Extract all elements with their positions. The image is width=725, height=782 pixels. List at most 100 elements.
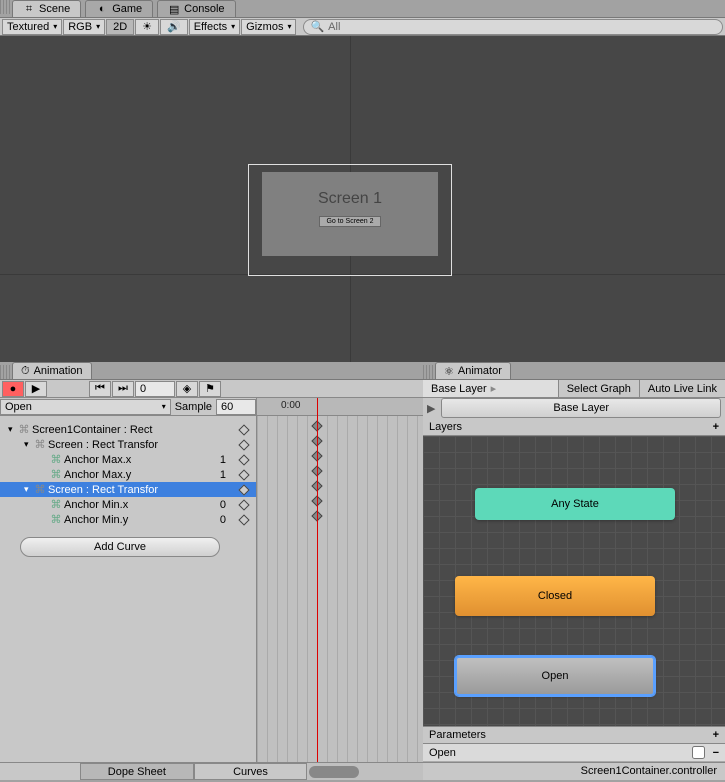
- tab-console[interactable]: ▤ Console: [157, 0, 235, 17]
- tab-scene[interactable]: ⌗ Scene: [12, 0, 81, 17]
- tab-animator[interactable]: ⚛ Animator: [435, 362, 511, 379]
- drag-grip-icon[interactable]: [423, 365, 433, 379]
- expand-icon[interactable]: ▾: [24, 484, 34, 495]
- record-icon: ●: [10, 383, 17, 395]
- timeline[interactable]: 0:00: [256, 398, 423, 762]
- animation-footer: Dope Sheet Curves: [0, 762, 423, 780]
- tab-game[interactable]: ◐ Game: [85, 0, 153, 17]
- transform-icon: ⌘: [18, 425, 30, 435]
- hierarchy-row[interactable]: ▾⌘Screen : Rect Transfor: [0, 482, 256, 497]
- curves-tab[interactable]: Curves: [194, 763, 308, 780]
- sample-field[interactable]: 60: [216, 399, 256, 415]
- parameter-row[interactable]: Open −: [423, 744, 725, 762]
- play-icon: ▶: [32, 382, 40, 395]
- keyframe-indicator[interactable]: [238, 469, 249, 480]
- keyframe-indicator[interactable]: [238, 484, 249, 495]
- time-start: 0:00: [281, 400, 300, 411]
- timeline-scrollbar[interactable]: [307, 763, 423, 780]
- hierarchy-row[interactable]: ▾⌘Screen1Container : Rect: [0, 422, 256, 437]
- gizmos-label: Gizmos: [246, 21, 283, 33]
- drag-grip-icon[interactable]: [0, 0, 10, 14]
- row-label: Screen1Container : Rect: [32, 424, 152, 436]
- hierarchy-row[interactable]: ⌘Anchor Min.y0: [0, 512, 256, 527]
- select-graph-label: Select Graph: [567, 383, 631, 395]
- scene-icon: ⌗: [23, 3, 35, 15]
- hierarchy-row[interactable]: ▾⌘Screen : Rect Transfor: [0, 437, 256, 452]
- timeline-grid: [257, 416, 423, 762]
- parameter-checkbox[interactable]: [692, 746, 705, 759]
- animation-tab-label: Animation: [34, 365, 83, 377]
- node-closed-label: Closed: [538, 590, 572, 602]
- auto-live-link-label: Auto Live Link: [648, 383, 717, 395]
- clock-icon: ⏱: [21, 365, 30, 378]
- game-icon: ◐: [96, 3, 108, 15]
- mode-2d-button[interactable]: 2D: [106, 19, 134, 35]
- color-mode-value: RGB: [68, 21, 92, 33]
- prev-key-button[interactable]: ⏮: [89, 381, 111, 397]
- keyframe-indicator[interactable]: [238, 514, 249, 525]
- search-icon: 🔍: [310, 20, 324, 33]
- tab-animation[interactable]: ⏱ Animation: [12, 362, 92, 379]
- expand-icon[interactable]: ▾: [24, 439, 34, 450]
- hierarchy-row[interactable]: ⌘Anchor Min.x0: [0, 497, 256, 512]
- hierarchy-row[interactable]: ⌘Anchor Max.y1: [0, 467, 256, 482]
- audio-toggle[interactable]: 🔊: [160, 19, 188, 35]
- base-layer-item[interactable]: Base Layer: [441, 398, 721, 418]
- row-label: Anchor Min.y: [64, 514, 128, 526]
- render-mode-dropdown[interactable]: Textured ▾: [2, 19, 62, 35]
- row-label: Anchor Max.y: [64, 469, 131, 481]
- editor-tabs: ⌗ Scene ◐ Game ▤ Console: [0, 0, 725, 18]
- time-ruler[interactable]: 0:00: [257, 398, 423, 416]
- add-event-button[interactable]: ⚑: [199, 381, 221, 397]
- add-curve-label: Add Curve: [94, 541, 146, 553]
- property-icon: ⌘: [50, 500, 62, 510]
- node-open[interactable]: Open: [455, 656, 655, 696]
- gizmos-dropdown[interactable]: Gizmos ▾: [241, 19, 296, 35]
- sample-label: Sample: [171, 401, 216, 413]
- dopesheet-tab[interactable]: Dope Sheet: [80, 763, 194, 780]
- row-label: Screen : Rect Transfor: [48, 439, 158, 451]
- scroll-thumb[interactable]: [309, 766, 359, 778]
- tab-scene-label: Scene: [39, 3, 70, 15]
- remove-parameter-button[interactable]: −: [713, 747, 719, 759]
- next-key-icon: ⏭: [118, 382, 128, 395]
- add-keyframe-button[interactable]: ◈: [176, 381, 198, 397]
- console-icon: ▤: [168, 3, 180, 15]
- row-label: Anchor Max.x: [64, 454, 131, 466]
- playhead[interactable]: [317, 398, 318, 762]
- hierarchy-row[interactable]: ⌘Anchor Max.x1: [0, 452, 256, 467]
- select-graph-button[interactable]: Select Graph: [558, 380, 639, 397]
- breadcrumb[interactable]: Base Layer ▸: [423, 380, 558, 397]
- add-parameter-button[interactable]: +: [713, 729, 719, 741]
- next-key-button[interactable]: ⏭: [112, 381, 134, 397]
- breadcrumb-label: Base Layer: [431, 383, 487, 395]
- animator-graph[interactable]: Any State Closed Open: [423, 436, 725, 726]
- ui-panel[interactable]: Screen 1 Go to Screen 2: [262, 172, 438, 256]
- scene-search[interactable]: 🔍 All: [303, 19, 723, 35]
- frame-field[interactable]: 0: [135, 381, 175, 397]
- keyframe-indicator[interactable]: [238, 499, 249, 510]
- drag-grip-icon[interactable]: [0, 365, 10, 379]
- status-bar: Screen1Container.controller: [423, 762, 725, 780]
- event-icon: ⚑: [205, 382, 215, 395]
- clip-dropdown[interactable]: Open ▾: [0, 399, 171, 415]
- node-any-state[interactable]: Any State: [475, 488, 675, 520]
- play-button[interactable]: ▶: [25, 381, 47, 397]
- keyframe-indicator[interactable]: [238, 454, 249, 465]
- property-icon: ⌘: [50, 470, 62, 480]
- chevron-down-icon: ▾: [231, 22, 235, 31]
- color-mode-dropdown[interactable]: RGB ▾: [63, 19, 105, 35]
- keyframe-indicator[interactable]: [238, 439, 249, 450]
- expand-icon[interactable]: ▾: [8, 424, 18, 435]
- record-button[interactable]: ●: [2, 381, 24, 397]
- auto-live-link-button[interactable]: Auto Live Link: [639, 380, 725, 397]
- lighting-toggle[interactable]: ☀: [135, 19, 159, 35]
- panel-button[interactable]: Go to Screen 2: [319, 216, 380, 227]
- parameters-label: Parameters: [429, 729, 486, 741]
- add-curve-button[interactable]: Add Curve: [20, 537, 220, 557]
- effects-dropdown[interactable]: Effects ▾: [189, 19, 240, 35]
- add-layer-button[interactable]: +: [713, 421, 719, 433]
- scene-view[interactable]: Screen 1 Go to Screen 2: [0, 36, 725, 362]
- node-closed[interactable]: Closed: [455, 576, 655, 616]
- keyframe-indicator[interactable]: [238, 424, 249, 435]
